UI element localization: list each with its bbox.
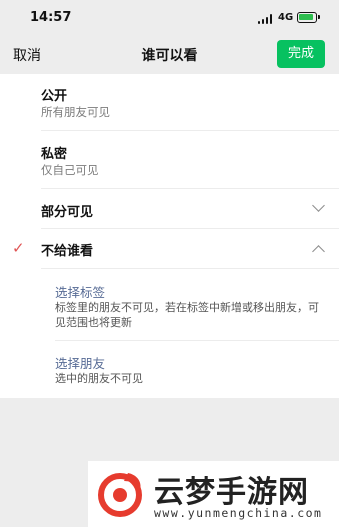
option-description: 仅自己可见	[41, 163, 99, 177]
network-label: 4G	[278, 12, 294, 23]
select-tags-description: 标签里的朋友不可见，若在标签中新增或移出朋友，可见范围也将更新	[55, 301, 319, 329]
option-partial-visible[interactable]: 部分可见	[0, 189, 339, 228]
chevron-down-icon[interactable]	[312, 199, 325, 212]
option-hide-from[interactable]: ✓ 不给谁看	[0, 229, 339, 267]
select-friends-link[interactable]: 选择朋友	[55, 353, 105, 372]
option-title: 公开	[41, 89, 68, 104]
signal-icon	[258, 14, 273, 24]
watermark-name: 云梦手游网	[154, 475, 309, 510]
check-icon: ✓	[12, 239, 25, 257]
visibility-options: 公开 所有朋友可见 私密 仅自己可见 部分可见 ✓ 不给谁看 选择标签 标签里的…	[0, 74, 339, 398]
watermark-url: www.yunmengchina.com	[154, 506, 323, 520]
select-friends-description: 选中的朋友不可见	[55, 372, 143, 385]
site-watermark: 云梦手游网 www.yunmengchina.com	[88, 461, 339, 527]
option-title: 部分可见	[41, 205, 94, 220]
option-private[interactable]: 私密 仅自己可见	[0, 131, 339, 188]
option-title: 私密	[41, 147, 68, 162]
done-button[interactable]: 完成	[277, 40, 325, 68]
option-public[interactable]: 公开 所有朋友可见	[0, 74, 339, 130]
nav-bar: 取消 谁可以看 完成	[0, 36, 339, 74]
site-logo-icon	[98, 473, 142, 517]
select-tags-link[interactable]: 选择标签	[55, 282, 105, 301]
status-time: 14:57	[30, 10, 72, 25]
select-tags-item[interactable]: 选择标签 标签里的朋友不可见，若在标签中新增或移出朋友，可见范围也将更新	[0, 269, 339, 335]
select-friends-item[interactable]: 选择朋友 选中的朋友不可见	[0, 341, 339, 398]
screen: 14:57 4G 取消 谁可以看 完成 公开 所有朋友可见 私密 仅自己可见 部…	[0, 0, 339, 527]
chevron-up-icon[interactable]	[312, 245, 325, 258]
status-bar: 14:57 4G	[0, 0, 339, 36]
option-description: 所有朋友可见	[41, 105, 110, 119]
battery-icon	[297, 12, 320, 23]
option-title: 不给谁看	[41, 244, 94, 259]
